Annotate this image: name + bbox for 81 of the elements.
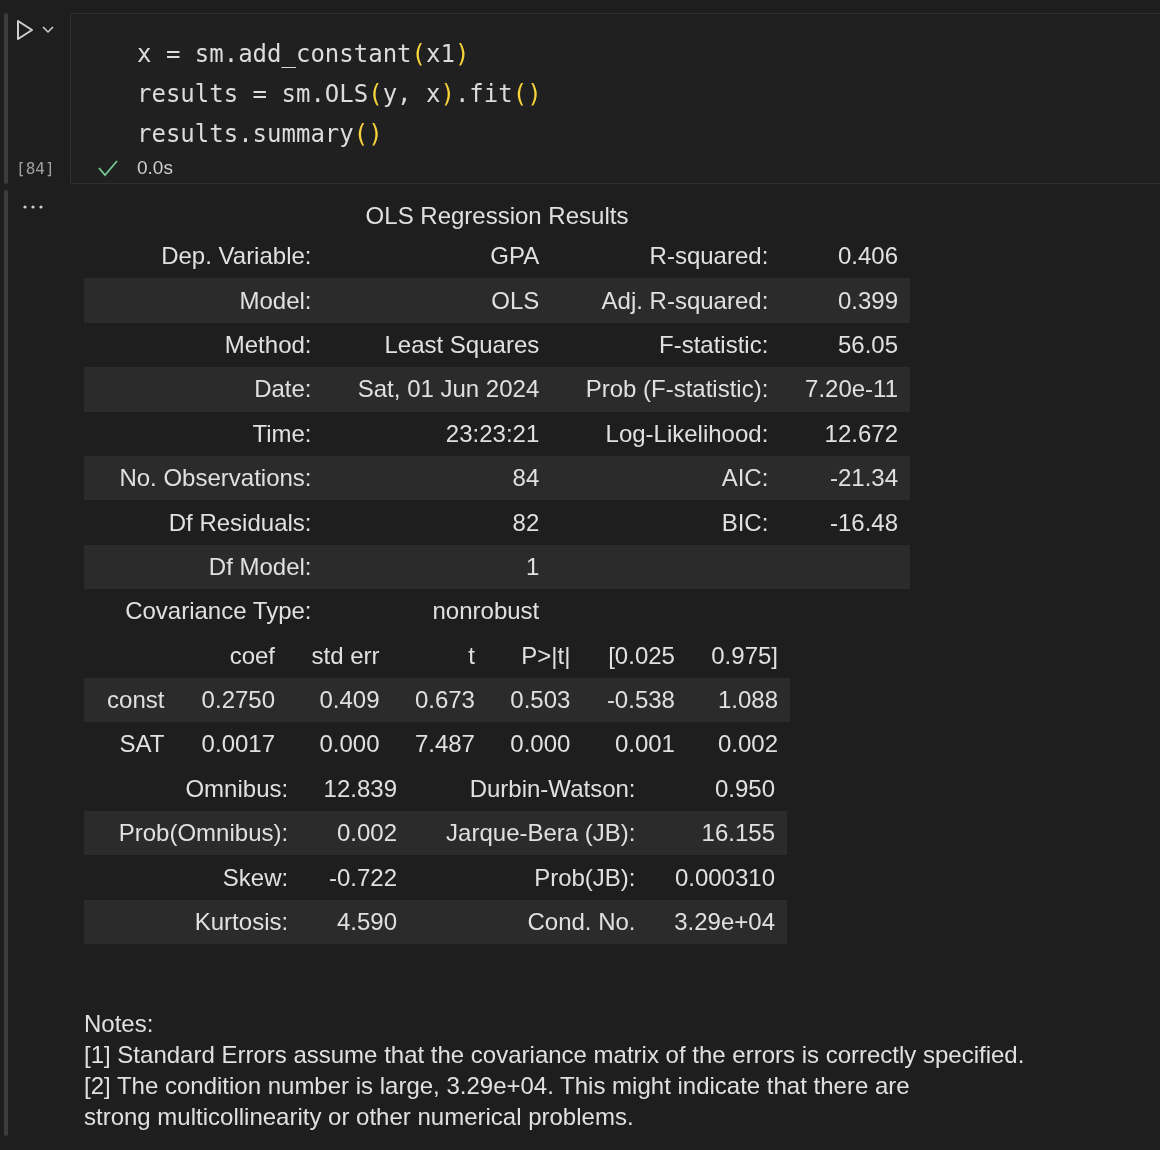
table-cell: 0.406 [780,234,910,279]
note-line: Notes: [84,1009,155,1040]
table-cell: 1.088 [686,677,790,723]
note-line: [1] Standard Errors assume that the covariance matrix of the errors is correctly specified. [84,1040,1025,1071]
run-icon[interactable] [16,19,34,41]
table-cell: Jarque-Bera (JB): [409,811,648,856]
table-cell: -0.538 [582,677,687,723]
table-cell: 0.2750 [176,677,287,723]
table-cell: F-statistic: [551,322,781,368]
code-line: results = sm.OLS(y, x).fit() [137,79,543,110]
column-header: std err [287,633,392,678]
table-cell: Time: [84,411,324,456]
table-cell: 0.000 [486,722,583,767]
table-cell: SAT [84,722,177,767]
table-cell: Prob(JB): [409,855,648,900]
table-cell: Durbin-Watson: [409,766,648,812]
table-cell: Df Model: [84,544,324,590]
table-cell: 82 [323,500,552,545]
table-cell: Model: [84,278,324,323]
table-cell: OLS [323,278,552,323]
chevron-down-icon[interactable] [42,26,54,34]
table-cell: 0.409 [287,677,392,723]
table-cell: Cond. No. [409,899,648,945]
table-cell: 7.20e-11 [780,367,910,412]
table-cell: Covariance Type: [84,589,324,634]
table-cell: Sat, 01 Jun 2024 [323,367,552,412]
table-cell: 12.672 [780,411,910,456]
code-line: x = sm.add_constant(x1) [137,39,471,70]
table-cell: 0.503 [486,677,583,723]
table-cell: 4.590 [300,899,409,945]
table-cell: -21.34 [780,455,910,501]
more-icon[interactable] [22,204,44,210]
duration: 0.0s [137,157,173,179]
table-cell: 0.399 [780,278,910,323]
execution-count: [84] [16,159,56,180]
table-cell: 23:23:21 [323,411,552,456]
table-cell: Date: [84,367,324,412]
table-cell: Skew: [84,855,301,900]
table-cell: 0.673 [391,677,487,723]
table-cell: 16.155 [647,811,787,856]
table-cell: 0.000 [287,722,392,767]
table-cell: No. Observations: [84,455,324,501]
table-cell: Log-Likelihood: [551,411,781,456]
table-cell: 0.001 [582,722,687,767]
table-cell: Prob (F-statistic): [551,367,781,412]
table-cell: -0.722 [300,855,409,900]
column-header: t [391,633,487,678]
table-cell: Method: [84,322,324,368]
note-line: [2] The condition number is large, 3.29e+04. This might indicate that there are [84,1071,911,1102]
table-cell: Kurtosis: [84,899,301,945]
column-header: P>|t| [486,633,583,678]
column-header: 0.975] [686,633,790,678]
table-cell: const [84,677,177,723]
table-cell: Omnibus: [84,766,301,812]
table-title: OLS Regression Results [365,202,629,229]
table-cell: 12.839 [300,766,409,812]
table-cell: 56.05 [780,322,910,368]
table-cell: Prob(Omnibus): [84,811,301,856]
code-line: results.summary() [137,119,384,150]
table-cell: R-squared: [551,234,781,279]
table-cell: 1 [323,544,552,590]
table-cell: GPA [323,234,552,279]
table-cell: nonrobust [323,589,552,634]
table-cell: -16.48 [780,500,910,545]
table-cell: 0.000310 [647,855,787,900]
table-cell: 0.0017 [176,722,287,767]
table-cell: 0.950 [647,766,787,812]
table-cell: Adj. R-squared: [551,278,781,323]
note-line: strong multicollinearity or other numerical problems. [84,1102,635,1133]
table-cell: Least Squares [323,322,552,368]
table-cell: 0.002 [300,811,409,856]
table-cell: BIC: [551,500,781,545]
column-header: coef [176,633,287,678]
table-cell: Dep. Variable: [84,234,324,279]
table-cell: 0.002 [686,722,790,767]
table-cell: Df Residuals: [84,500,324,545]
table-cell: AIC: [551,455,781,501]
table-cell: 84 [323,455,552,501]
column-header: [0.025 [582,633,687,678]
table-cell: 3.29e+04 [647,899,787,945]
table-cell: 7.487 [391,722,487,767]
